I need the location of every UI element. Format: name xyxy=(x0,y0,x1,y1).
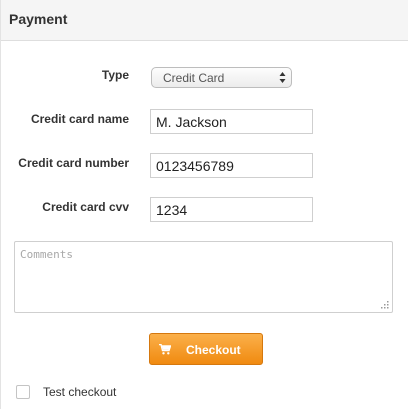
card-number-input[interactable] xyxy=(150,153,313,178)
card-number-label: Credit card number xyxy=(18,156,129,170)
card-cvv-label: Credit card cvv xyxy=(42,200,129,214)
comments-textarea[interactable]: Comments xyxy=(14,241,393,313)
card-name-input[interactable] xyxy=(150,109,313,134)
checkout-label: Checkout xyxy=(186,343,241,357)
test-checkout-label[interactable]: Test checkout xyxy=(43,385,116,399)
payment-panel: Payment Type Credit Card Credit card nam… xyxy=(0,0,408,409)
panel-heading: Payment xyxy=(1,0,408,41)
checkout-button[interactable]: Checkout xyxy=(149,333,263,365)
card-name-label: Credit card name xyxy=(30,112,129,126)
select-arrows-icon xyxy=(279,72,286,83)
test-checkout-checkbox[interactable] xyxy=(16,385,30,399)
shopping-cart-icon xyxy=(159,344,171,355)
comments-placeholder: Comments xyxy=(20,248,73,261)
panel-title: Payment xyxy=(9,11,68,27)
type-select-value: Credit Card xyxy=(163,71,225,85)
type-select[interactable]: Credit Card xyxy=(151,67,292,88)
type-label: Type xyxy=(101,68,129,82)
resize-grip-icon[interactable] xyxy=(381,301,389,309)
card-cvv-input[interactable] xyxy=(150,197,313,222)
